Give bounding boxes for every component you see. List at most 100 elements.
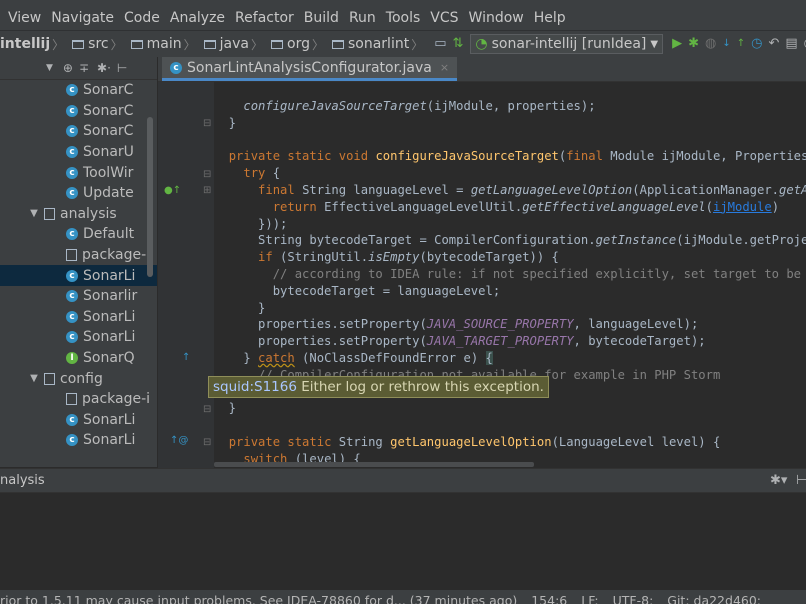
fold-icon[interactable]: ⊟	[203, 437, 211, 448]
tree-package-config[interactable]: ▼ config	[0, 368, 157, 389]
fold-icon[interactable]: ⊟	[203, 169, 211, 180]
tree-item[interactable]: c SonarC	[0, 121, 157, 142]
code-line: configureJavaSourceTarget(ijModule, prop…	[243, 99, 596, 113]
tree-item-label: SonarC	[83, 102, 134, 119]
tree-item[interactable]: c Default	[0, 224, 157, 245]
editor-tab[interactable]: c SonarLintAnalysisConfigurator.java ×	[162, 57, 458, 81]
class-icon: c	[66, 84, 78, 97]
tree-item[interactable]: c SonarC	[0, 80, 157, 101]
breadcrumb-java[interactable]: java 〉	[203, 36, 267, 53]
tree-item-label: SonarLi	[83, 329, 136, 346]
tree-item[interactable]: c SonarLi	[0, 410, 157, 431]
menu-analyze[interactable]: Analyze	[170, 10, 225, 26]
menu-tools[interactable]: Tools	[386, 10, 421, 26]
tree-item[interactable]: package-i	[0, 245, 157, 266]
breadcrumb-main[interactable]: main 〉	[130, 36, 200, 53]
gear-icon[interactable]: ✱·	[97, 61, 111, 75]
tree-item[interactable]: c ToolWir	[0, 162, 157, 183]
close-icon[interactable]: ×	[440, 61, 449, 74]
breadcrumb-project[interactable]: intellij 〉	[0, 36, 68, 53]
editor-tab-label: SonarLintAnalysisConfigurator.java	[187, 59, 432, 76]
breadcrumb-project-label: intellij	[0, 36, 51, 52]
debug-icon[interactable]: ✱	[688, 36, 699, 52]
code-line: if (StringUtil.isEmpty(bytecodeTarget)) …	[258, 250, 559, 265]
implemented-icon[interactable]: ↑@	[170, 435, 188, 446]
structure-icon[interactable]: ▤	[785, 36, 797, 52]
collapse-icon[interactable]: ∓	[79, 61, 89, 75]
hide-icon[interactable]: ⊢	[117, 61, 127, 75]
fold-icon[interactable]: ⊟	[203, 118, 211, 129]
expand-arrow-icon[interactable]: ▼	[28, 208, 40, 219]
tooltip-message: Either log or rethrow this exception.	[296, 379, 544, 395]
tree-item[interactable]: c SonarU	[0, 142, 157, 163]
breadcrumb-sonarlint[interactable]: sonarlint 〉	[331, 36, 427, 53]
tree-item[interactable]: c SonarC	[0, 101, 157, 122]
class-icon: c	[66, 331, 78, 344]
folder-icon[interactable]: ▭	[434, 36, 446, 52]
rule-key-link[interactable]: squid:S1166	[213, 379, 297, 395]
class-icon: c	[170, 61, 182, 74]
revert-icon[interactable]: ↶	[768, 36, 779, 52]
tree-item-selected[interactable]: c SonarLi	[0, 265, 157, 286]
bottom-panel-title[interactable]: nalysis	[0, 473, 45, 488]
gear-icon[interactable]: ✱▾	[770, 473, 787, 488]
class-icon: c	[66, 166, 78, 179]
tree-item-label: SonarLi	[83, 308, 136, 325]
override-icon[interactable]: ●↑	[164, 185, 181, 196]
fold-icon[interactable]: ⊟	[203, 404, 211, 415]
breadcrumb-label: org	[287, 36, 310, 52]
inspection-tooltip: squid:S1166 Either log or rethrow this e…	[208, 376, 549, 398]
bottom-panel-header: nalysis ✱▾ ⊢	[0, 468, 806, 492]
coverage-icon[interactable]: ◍	[705, 36, 716, 52]
folder-icon	[331, 39, 344, 49]
menu-navigate[interactable]: Navigate	[51, 10, 114, 26]
code-line: return EffectiveLanguageLevelUtil.getEff…	[272, 199, 780, 214]
hide-icon[interactable]: ⊢	[796, 473, 806, 488]
menu-build[interactable]: Build	[304, 10, 339, 26]
vcs-history-icon[interactable]: ◷	[751, 36, 762, 52]
code-editor[interactable]: configureJavaSourceTarget(ijModule, prop…	[214, 82, 806, 468]
build-arrows-icon[interactable]: ⇅	[453, 36, 464, 52]
chevron-down-icon: ▼	[650, 38, 659, 50]
tree-item[interactable]: c Update	[0, 183, 157, 204]
test-class-icon: c	[66, 228, 78, 241]
fold-icon[interactable]: ⊞	[203, 185, 211, 196]
editor-gutter[interactable]: ⊟ ⊟ ●↑ ⊞ ↑ ⊟ ↑@ ⊟	[158, 82, 214, 468]
menu-view[interactable]: View	[8, 10, 41, 26]
file-icon	[66, 249, 77, 262]
tree-item[interactable]: I SonarQ	[0, 348, 157, 369]
breadcrumb-org[interactable]: org 〉	[271, 36, 328, 53]
menu-vcs[interactable]: VCS	[430, 10, 458, 26]
folder-icon	[203, 39, 216, 49]
tree-item[interactable]: package-i	[0, 389, 157, 410]
vcs-update-icon[interactable]: ↓	[722, 36, 730, 52]
git-branch[interactable]: Git: da22d460:	[667, 593, 761, 604]
run-configuration-select[interactable]: ◔ sonar-intellij [runIdea] ▼	[470, 34, 664, 54]
menu-window[interactable]: Window	[469, 10, 524, 26]
menu-help[interactable]: Help	[534, 10, 566, 26]
breadcrumb-src[interactable]: src 〉	[72, 36, 126, 53]
run-icon[interactable]: ▶	[672, 36, 682, 52]
tree-package-analysis[interactable]: ▼ analysis	[0, 204, 157, 225]
line-separator[interactable]: LF:	[581, 593, 598, 604]
code-line: }	[214, 300, 266, 315]
status-message[interactable]: rior to 1.5.11 may cause input problems.…	[0, 593, 517, 604]
menu-code[interactable]: Code	[124, 10, 160, 26]
tree-item-label: SonarLi	[83, 267, 136, 284]
chevron-down-icon[interactable]: ▼	[46, 63, 53, 73]
code-line: } catch (NoClassDefFoundError e) {	[214, 350, 493, 365]
menu-run[interactable]: Run	[349, 10, 376, 26]
tree-scrollbar[interactable]	[147, 117, 153, 277]
menu-refactor[interactable]: Refactor	[235, 10, 294, 26]
tree-item[interactable]: c SonarLi	[0, 430, 157, 451]
editor-horizontal-scrollbar[interactable]	[214, 462, 534, 467]
file-encoding[interactable]: UTF-8:	[613, 593, 654, 604]
code-line: }	[214, 115, 237, 130]
tree-item[interactable]: c Sonarlir	[0, 286, 157, 307]
caret-position[interactable]: 154:6	[531, 593, 567, 604]
target-icon[interactable]: ⊕	[63, 61, 73, 75]
tree-item[interactable]: c SonarLi	[0, 327, 157, 348]
tree-item[interactable]: c SonarLi	[0, 307, 157, 328]
vcs-commit-icon[interactable]: ↑	[737, 36, 745, 52]
expand-arrow-icon[interactable]: ▼	[28, 373, 40, 384]
